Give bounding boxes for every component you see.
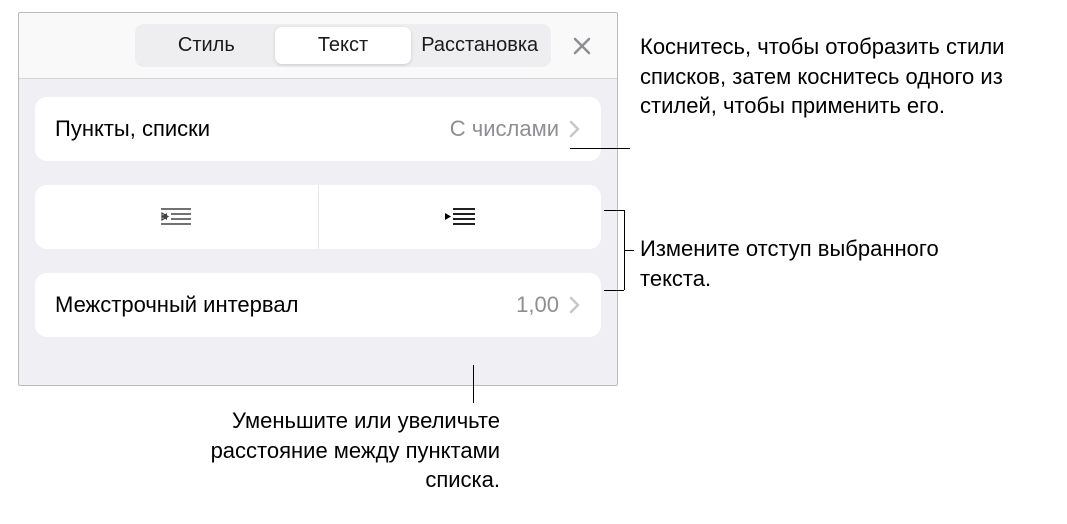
panel-header: Стиль Текст Расстановка — [19, 13, 617, 79]
leader-line — [604, 290, 624, 291]
leader-line — [604, 210, 624, 211]
line-spacing-row[interactable]: Межстрочный интервал 1,00 — [35, 273, 601, 337]
indent-button[interactable] — [318, 185, 602, 249]
tab-style[interactable]: Стиль — [138, 27, 275, 64]
outdent-icon — [161, 206, 191, 228]
panel-body: Пункты, списки С числами — [19, 79, 617, 337]
callout-spacing: Уменьшите или увеличьте расстояние между… — [180, 406, 500, 495]
line-spacing-label: Межстрочный интервал — [55, 292, 516, 318]
outdent-button[interactable] — [35, 185, 318, 249]
indent-controls — [35, 185, 601, 249]
line-spacing-value: 1,00 — [516, 292, 559, 318]
tab-arrange[interactable]: Расстановка — [411, 27, 548, 64]
leader-line — [624, 250, 634, 251]
callout-indent: Измените отступ выбранного текста. — [640, 234, 940, 293]
format-panel: Стиль Текст Расстановка Пункты, списки С… — [18, 12, 618, 386]
tab-text[interactable]: Текст — [275, 27, 412, 64]
close-icon — [572, 36, 592, 56]
format-tabs: Стиль Текст Расстановка — [135, 24, 551, 67]
close-button[interactable] — [563, 27, 601, 65]
chevron-right-icon — [569, 120, 581, 138]
callout-list-styles: Коснитесь, чтобы отобразить стили списко… — [640, 32, 1020, 121]
bullets-lists-row[interactable]: Пункты, списки С числами — [35, 97, 601, 161]
indent-icon — [445, 206, 475, 228]
leader-line — [570, 148, 630, 149]
chevron-right-icon — [569, 296, 581, 314]
bullets-lists-value: С числами — [450, 116, 559, 142]
leader-line-vertical — [473, 365, 474, 403]
bullets-lists-label: Пункты, списки — [55, 116, 450, 142]
